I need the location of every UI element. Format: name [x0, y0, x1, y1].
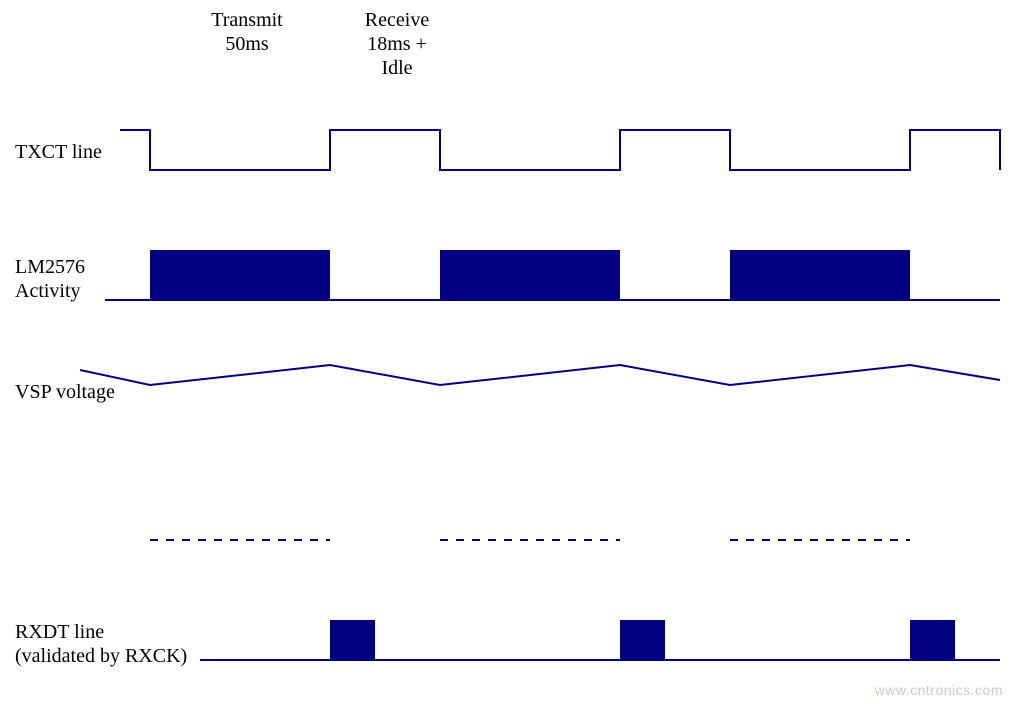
receive-header-line1: Receive [352, 8, 442, 32]
transmit-header-line2: 50ms [202, 32, 292, 56]
receive-header-line2: 18ms + [352, 32, 442, 56]
transmit-header-line1: Transmit [202, 8, 292, 32]
watermark: www.cntronics.com [875, 682, 1003, 698]
dashed-reference [0, 530, 1013, 550]
txct-waveform [0, 110, 1013, 190]
transmit-header: Transmit 50ms [202, 8, 292, 56]
vsp-waveform [0, 350, 1013, 410]
rxdt-waveform [0, 600, 1013, 670]
lm2576-waveform [0, 240, 1013, 320]
receive-header-line3: Idle [352, 56, 442, 80]
receive-header: Receive 18ms + Idle [352, 8, 442, 80]
